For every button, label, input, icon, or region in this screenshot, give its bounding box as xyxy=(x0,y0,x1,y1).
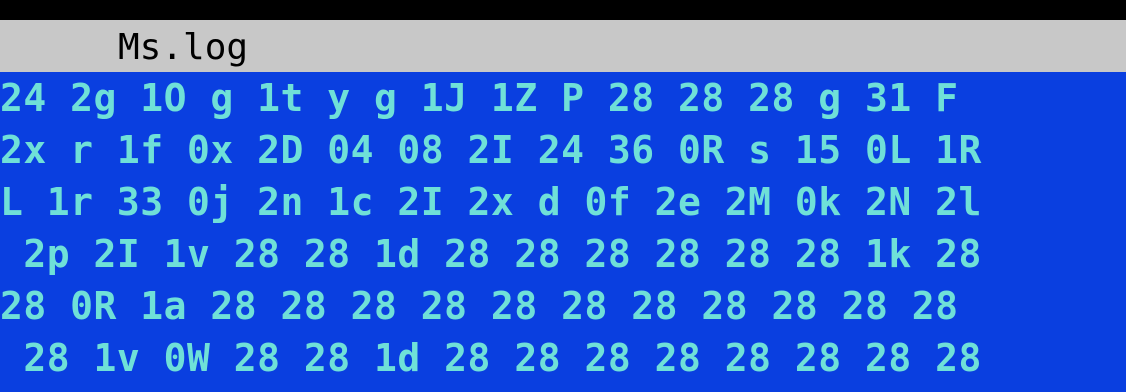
log-viewer-window: Ms.log 24 2g 1O g 1t y g 1J 1Z P 28 28 2… xyxy=(0,0,1126,392)
window-title: Ms.log xyxy=(118,27,249,68)
log-line: 28 0R 1a 28 28 28 28 28 28 28 28 28 28 2… xyxy=(0,284,959,328)
log-line: 2p 2I 1v 28 28 1d 28 28 28 28 28 28 1k 2… xyxy=(0,232,982,276)
title-bar: Ms.log xyxy=(0,20,1126,72)
log-line: L 1r 33 0j 2n 1c 2I 2x d 0f 2e 2M 0k 2N … xyxy=(0,180,982,224)
log-line: 24 2g 1O g 1t y g 1J 1Z P 28 28 28 g 31 … xyxy=(0,76,959,120)
log-content[interactable]: 24 2g 1O g 1t y g 1J 1Z P 28 28 28 g 31 … xyxy=(0,72,1126,392)
log-line: 28 1v 0W 28 28 1d 28 28 28 28 28 28 28 2… xyxy=(0,336,982,380)
window-top-border xyxy=(0,0,1126,20)
log-line: 2x r 1f 0x 2D 04 08 2I 24 36 0R s 15 0L … xyxy=(0,128,982,172)
